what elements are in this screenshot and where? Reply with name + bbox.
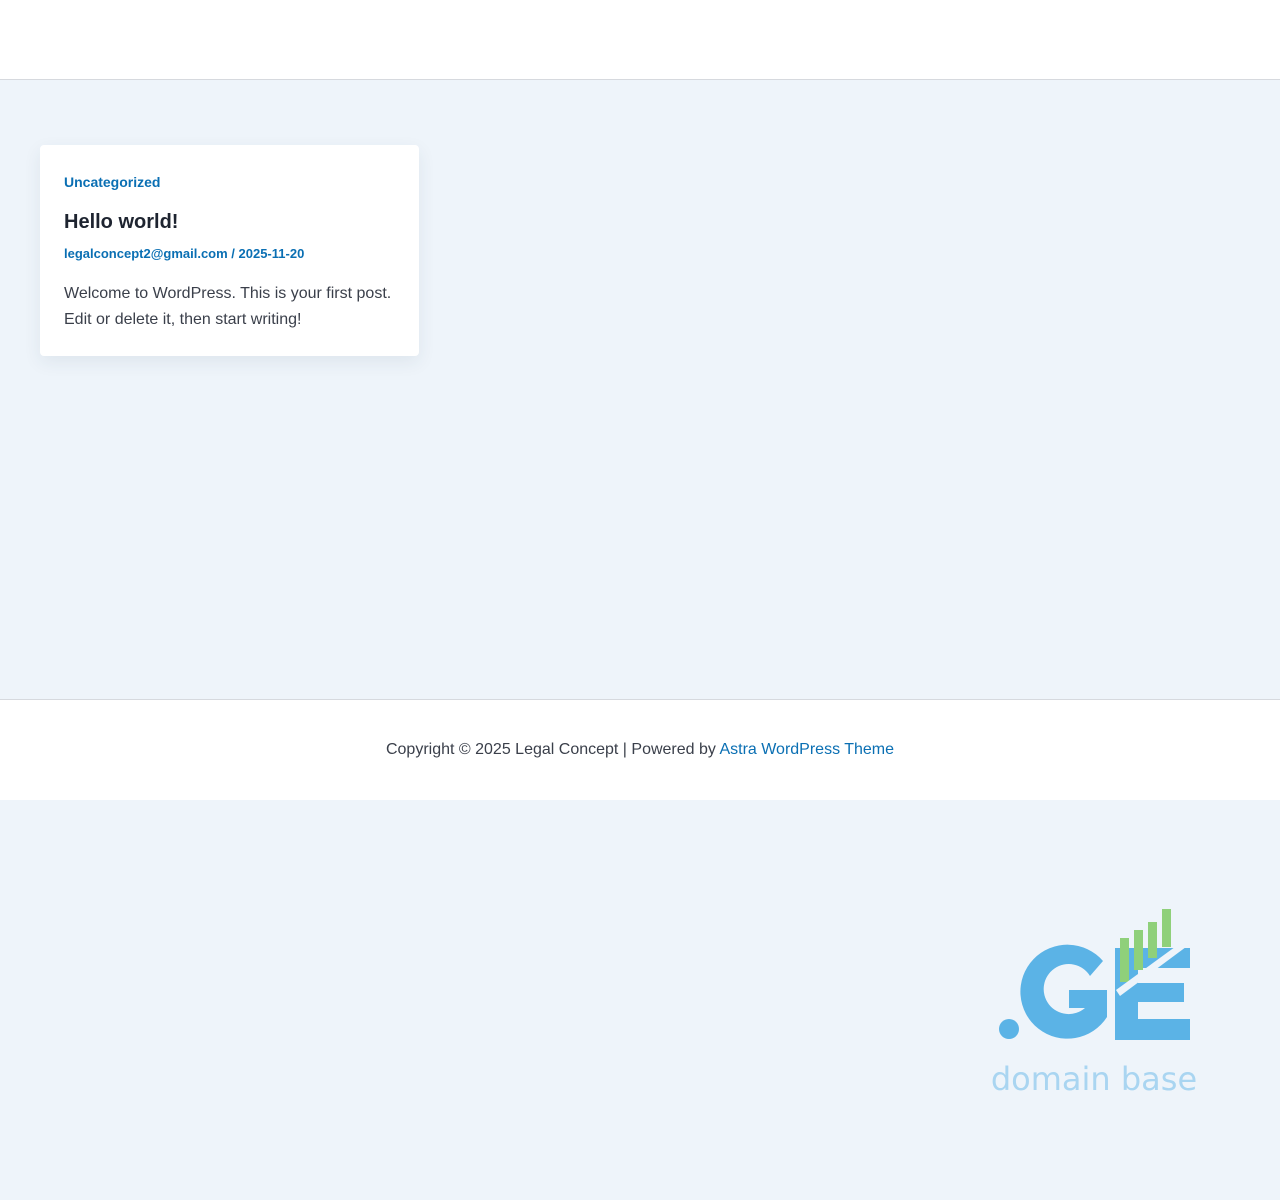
- post-meta: legalconcept2@gmail.com / 2025-11-20: [64, 246, 395, 262]
- logo-dot: [999, 1019, 1019, 1039]
- post-date-link[interactable]: 2025-11-20: [239, 246, 305, 261]
- astra-theme-link[interactable]: Astra WordPress Theme: [719, 741, 894, 758]
- logo-bar-3: [1148, 922, 1157, 958]
- post-excerpt: Welcome to WordPress. This is your first…: [64, 285, 392, 328]
- logo-bar-2: [1134, 930, 1143, 970]
- site-header: [0, 0, 1280, 80]
- logo-letter-g: [1020, 944, 1107, 1039]
- logo-wordmark: domain base: [991, 1060, 1197, 1098]
- post-title[interactable]: Hello world!: [64, 209, 395, 235]
- post-category-link[interactable]: Uncategorized: [64, 174, 160, 190]
- footer-copyright-text: Copyright © 2025 Legal Concept | Powered…: [385, 741, 720, 758]
- site-footer: Copyright © 2025 Legal Concept | Powered…: [0, 699, 1280, 800]
- logo-bar-4: [1162, 909, 1171, 947]
- post-card: Uncategorized Hello world! legalconcept2…: [40, 145, 419, 356]
- domain-base-logo: domain base: [991, 909, 1197, 1098]
- post-author-link[interactable]: legalconcept2@gmail.com: [64, 246, 228, 261]
- content-area: Uncategorized Hello world! legalconcept2…: [0, 80, 1280, 699]
- footer-copyright: Copyright © 2025 Legal Concept | Powered…: [0, 740, 1280, 760]
- post-meta-separator: /: [227, 246, 239, 261]
- logo-bar-1: [1120, 938, 1129, 982]
